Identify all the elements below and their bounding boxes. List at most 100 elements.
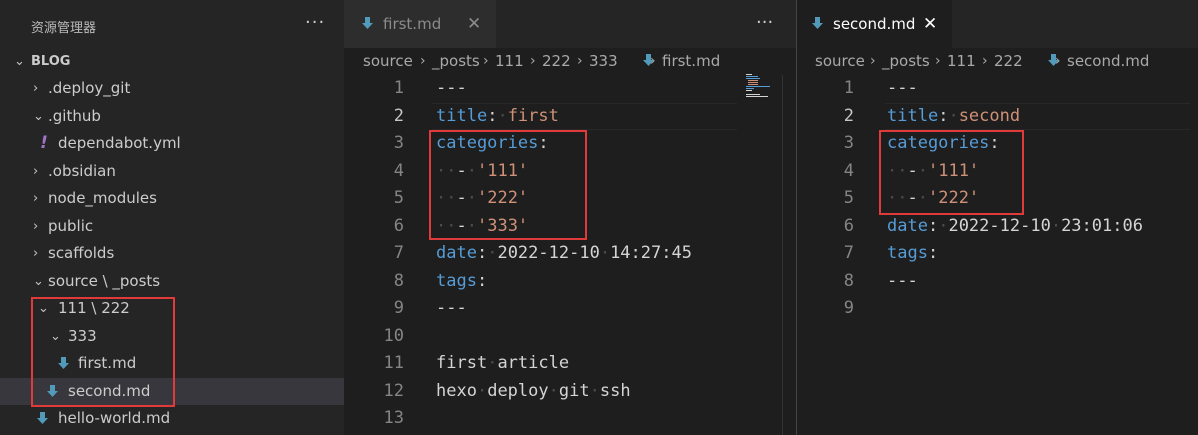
minimap-line	[746, 78, 760, 79]
line-text: ---	[887, 75, 918, 103]
code-token: 23:01:06	[1061, 215, 1143, 236]
code-line[interactable]: 1 ---	[797, 75, 1198, 103]
code-line[interactable]: 7 date:·2022-12-10·14:27:45	[344, 240, 796, 268]
code-line[interactable]: 10	[344, 323, 796, 351]
editor-more-actions-icon[interactable]: ···	[756, 12, 773, 33]
code-token: :	[476, 270, 488, 291]
code-line[interactable]: 11 first·article	[344, 350, 796, 378]
code-line[interactable]: 1 ---	[344, 75, 796, 103]
line-text: tags:	[887, 240, 938, 268]
tree-item-label: .obsidian	[48, 162, 116, 180]
chevron-down-icon[interactable]: ⌄	[33, 268, 45, 295]
code-line[interactable]: 8 tags:	[344, 268, 796, 296]
line-number: 13	[383, 408, 404, 428]
breadcrumb-item[interactable]: 222	[542, 48, 571, 75]
tree-folder-blog[interactable]: ⌄ BLOG	[0, 48, 344, 75]
line-text: date:·2022-12-10·23:01:06	[887, 213, 1143, 241]
tree-folder-node-modules[interactable]: › node_modules	[0, 185, 344, 212]
breadcrumb-item[interactable]: 333	[589, 48, 618, 75]
chevron-down-icon[interactable]: ⌄	[33, 103, 45, 130]
tab-label: first.md	[383, 15, 442, 33]
code-token: first	[436, 353, 488, 373]
tab-first-md[interactable]: first.md ✕	[344, 0, 496, 48]
breadcrumb-item[interactable]: 111	[947, 48, 976, 75]
code-token: date	[436, 243, 477, 263]
code-token: title	[436, 105, 488, 126]
editor-group-right: second.md ✕ source›_posts›111›222›second…	[797, 0, 1198, 435]
code-line[interactable]: 9 ---	[344, 295, 796, 323]
chevron-right-icon[interactable]: ›	[33, 240, 45, 267]
code-token: ·	[1050, 215, 1062, 236]
breadcrumb-separator-icon: ›	[530, 53, 536, 69]
tree-folder-public[interactable]: › public	[0, 213, 344, 240]
code-token: ·	[548, 380, 559, 401]
tree-item-label: .deploy_git	[48, 79, 131, 97]
tree-item-label: source \ _posts	[48, 272, 161, 290]
line-number: 5	[393, 188, 404, 208]
code-token: :	[487, 105, 498, 126]
line-number: 5	[843, 188, 854, 208]
line-number: 6	[843, 215, 854, 236]
line-text: ---	[436, 75, 467, 103]
tree-folder-scaffolds[interactable]: › scaffolds	[0, 240, 344, 267]
tree-folder-obsidian[interactable]: › .obsidian	[0, 158, 344, 185]
tree-folder-deploy-git[interactable]: › .deploy_git	[0, 75, 344, 102]
chevron-right-icon[interactable]: ›	[33, 213, 45, 240]
line-number: 7	[393, 243, 404, 263]
tree-file-dependabot-yml[interactable]: ! dependabot.yml	[0, 130, 344, 157]
vertical-scrollbar[interactable]	[782, 75, 796, 435]
line-number: 8	[393, 270, 404, 291]
code-token: first	[507, 105, 559, 126]
breadcrumb-item[interactable]: _posts	[432, 48, 480, 75]
breadcrumb-item[interactable]: 222	[994, 48, 1023, 75]
chevron-right-icon[interactable]: ›	[33, 158, 45, 185]
line-number: 1	[843, 78, 854, 98]
breadcrumb-item[interactable]: first.md	[662, 48, 720, 75]
code-line[interactable]: 12 hexo·deploy·git·ssh	[344, 378, 796, 406]
tab-second-md[interactable]: second.md ✕	[797, 0, 952, 48]
tab-bar-right: second.md ✕	[797, 0, 1198, 48]
code-token: git	[558, 380, 590, 401]
markdown-file-icon	[812, 10, 823, 31]
code-line[interactable]: 2 title:·second	[797, 102, 1198, 131]
breadcrumb-item[interactable]: _posts	[882, 48, 930, 75]
minimap-line	[748, 80, 758, 81]
tree-folder-github[interactable]: ⌄ .github	[0, 103, 344, 130]
code-line[interactable]: 6 date:·2022-12-10·23:01:06	[797, 213, 1198, 241]
code-line[interactable]: 9	[797, 295, 1198, 323]
line-number: 3	[843, 133, 854, 153]
chevron-down-icon[interactable]: ⌄	[14, 48, 26, 75]
code-token: title	[887, 105, 939, 126]
code-token: :	[927, 243, 939, 263]
line-text: title:·second	[887, 103, 1020, 131]
code-token: ---	[436, 298, 467, 318]
minimap-line	[746, 88, 754, 89]
breadcrumb: source›_posts›111›222›second.md	[797, 48, 1198, 75]
breadcrumb-item[interactable]: 111	[495, 48, 524, 75]
breadcrumb-separator-icon: ›	[483, 53, 489, 69]
code-line[interactable]: 7 tags:	[797, 240, 1198, 268]
tree-item-label: node_modules	[48, 189, 157, 207]
tab-close-icon[interactable]: ✕	[467, 0, 481, 48]
code-token: article	[497, 353, 570, 373]
code-line[interactable]: 8 ---	[797, 268, 1198, 296]
explorer-more-actions-icon[interactable]: ···	[305, 12, 325, 33]
line-number: 7	[843, 243, 854, 263]
breadcrumb-item[interactable]: second.md	[1067, 48, 1149, 75]
code-token: ---	[887, 78, 918, 98]
tree-folder-source-posts[interactable]: ⌄ source \ _posts	[0, 268, 344, 295]
code-token: tags	[887, 243, 928, 263]
explorer-header: 资源管理器 ···	[0, 0, 344, 48]
code-line[interactable]: 13	[344, 405, 796, 433]
chevron-right-icon[interactable]: ›	[33, 75, 45, 102]
line-number: 9	[843, 298, 854, 318]
breadcrumb-separator-icon: ›	[935, 53, 941, 69]
breadcrumb-item[interactable]: source	[815, 48, 865, 75]
breadcrumb-item[interactable]: source	[363, 48, 413, 75]
code-line[interactable]: 2 title:·first	[344, 102, 796, 130]
tree-file-hello-world-md[interactable]: hello-world.md	[0, 405, 344, 432]
chevron-right-icon[interactable]: ›	[33, 185, 45, 212]
code-token: 2022-12-10	[948, 215, 1051, 236]
tab-close-icon[interactable]: ✕	[923, 0, 937, 48]
tree-item-label: public	[48, 217, 94, 235]
